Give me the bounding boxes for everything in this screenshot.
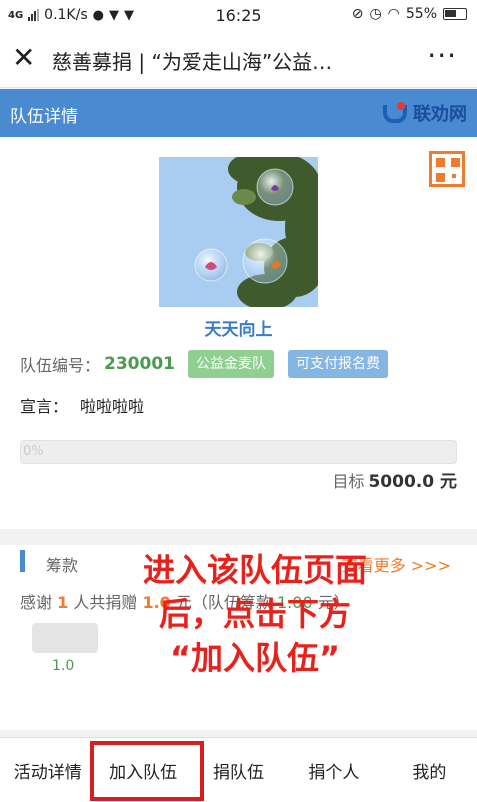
fundraising-progress-bar: 0% xyxy=(20,440,457,464)
tab-join-team[interactable]: 加入队伍 xyxy=(95,738,190,802)
slogan-row: 宣言： 啦啦啦啦 xyxy=(20,393,144,417)
team-type-badge: 公益金麦队 xyxy=(188,350,275,378)
brand-logo: 联劝网 xyxy=(381,100,467,126)
tab-donate-team[interactable]: 捐队伍 xyxy=(191,738,286,802)
slogan-label: 宣言： xyxy=(20,397,69,416)
slogan-text: 啦啦啦啦 xyxy=(80,397,145,416)
status-right: ⊘ ◷ ◠ 55% xyxy=(352,6,467,22)
team-id-label: 队伍编号： xyxy=(20,356,101,375)
donation-title: 筹款 xyxy=(46,556,79,575)
section-accent-bar xyxy=(20,550,25,572)
brand-mark-icon xyxy=(381,102,409,124)
payable-fee-badge: 可支付报名费 xyxy=(288,350,389,378)
nav-bar: ✕ 慈善募捐 | “为爱走山海”公益… ··· xyxy=(0,32,477,88)
donor-avatar xyxy=(32,623,98,653)
tab-donate-individual[interactable]: 捐个人 xyxy=(286,738,381,802)
team-detail-header: 队伍详情 联劝网 xyxy=(0,89,477,137)
tab-activity-details[interactable]: 活动详情 xyxy=(0,738,95,802)
qr-code-icon[interactable] xyxy=(429,151,465,187)
battery-percent: 55% xyxy=(405,6,437,22)
wifi-icon: ◠ xyxy=(387,6,400,22)
fundraising-target: 目标 5000.0 元 xyxy=(332,467,457,492)
target-value: 5000.0 元 xyxy=(368,472,457,492)
status-bar: 4G 0.1K/s ● ▼ ▼ 16:25 ⊘ ◷ ◠ 55% xyxy=(0,0,477,32)
donor-amount: 1.0 xyxy=(52,658,75,674)
bottom-tab-bar: 活动详情 加入队伍 捐队伍 捐个人 我的 xyxy=(0,737,477,802)
team-id-row: 队伍编号： 230001 公益金麦队 可支付报名费 xyxy=(20,349,389,379)
team-name: 天天向上 xyxy=(204,320,273,340)
team-card: 天天向上 队伍编号： 230001 公益金麦队 可支付报名费 宣言： 啦啦啦啦 0… xyxy=(0,137,477,529)
target-label: 目标 xyxy=(332,472,365,491)
brand-name: 联劝网 xyxy=(413,104,467,125)
tab-mine[interactable]: 我的 xyxy=(382,738,477,802)
team-photo xyxy=(159,157,318,307)
thanks-prefix: 感谢 xyxy=(20,593,53,612)
instruction-annotation: 进入该队伍页面 后，点击下方 “加入队伍” xyxy=(120,548,390,680)
battery-icon xyxy=(443,8,467,20)
annotation-line: 后，点击下方 xyxy=(158,595,351,633)
team-id-value: 230001 xyxy=(104,354,175,374)
mute-icon: ⊘ xyxy=(351,6,364,22)
annotation-line: 进入该队伍页面 xyxy=(142,551,367,589)
close-icon[interactable]: ✕ xyxy=(12,44,35,72)
annotation-line: “加入队伍” xyxy=(169,639,341,677)
section-title: 队伍详情 xyxy=(10,107,78,127)
page-title: 慈善募捐 | “为爱走山海”公益… xyxy=(52,50,333,74)
donor-count: 1 xyxy=(57,593,69,612)
alarm-icon: ◷ xyxy=(369,6,382,22)
progress-percent: 0% xyxy=(23,444,44,459)
more-icon[interactable]: ··· xyxy=(427,42,457,70)
team-photo-art xyxy=(159,157,318,307)
